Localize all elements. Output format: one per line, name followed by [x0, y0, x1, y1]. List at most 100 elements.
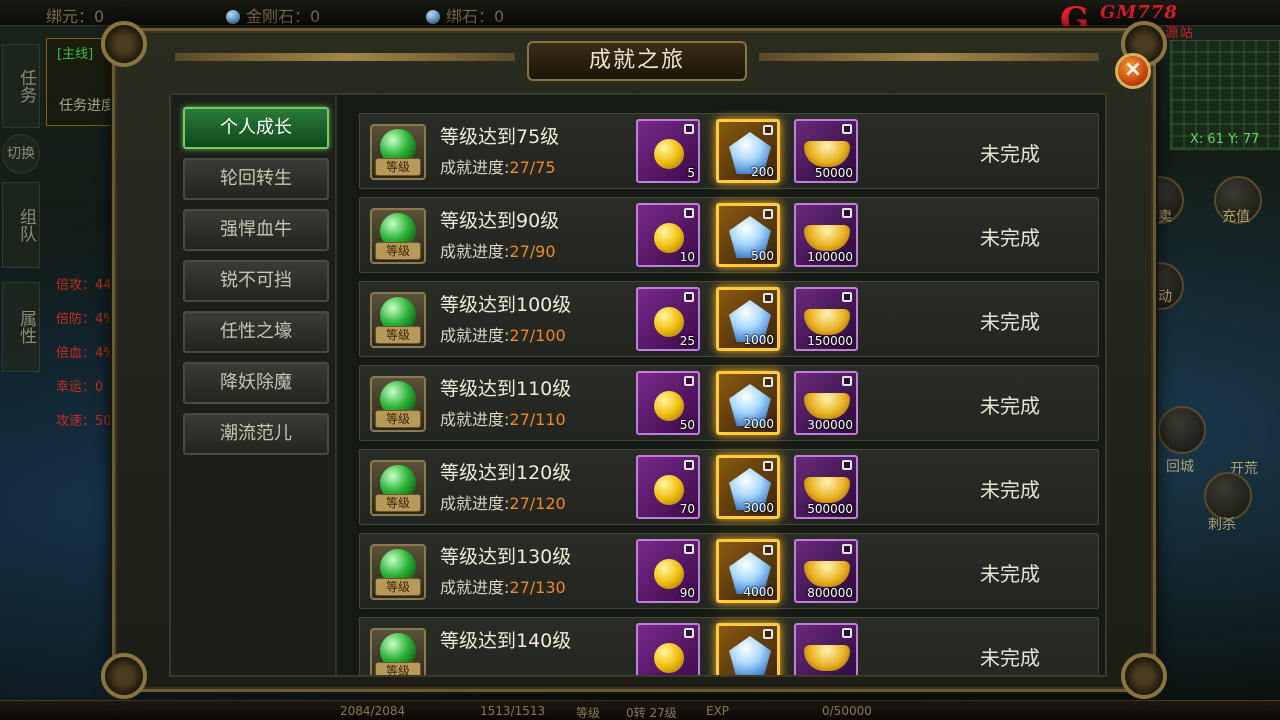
progress-value: 27/90: [509, 242, 556, 261]
reward-coin[interactable]: [636, 623, 700, 675]
tab-1[interactable]: 个人成长: [183, 107, 329, 149]
reward-qty: 300000: [807, 418, 853, 432]
achievement-list[interactable]: 等级 等级达到75级 成就进度:27/75 5 200 50000 未完成 等级 等级达到90级…: [357, 95, 1101, 675]
achievement-row[interactable]: 等级 等级达到130级 成就进度:27/130 90 4000 800000 未完成: [359, 533, 1099, 609]
gold-coin-icon: [654, 307, 684, 337]
reward-qty: 1000: [743, 333, 774, 347]
bottom-status-bar: 2084/2084 1513/1513 等级 0转 27级 EXP 0/5000…: [0, 700, 1280, 720]
reward-ingot[interactable]: 800000: [794, 539, 858, 603]
reward-gem[interactable]: 200: [716, 119, 780, 183]
status-text: 未完成: [980, 562, 1040, 586]
achievement-row[interactable]: 等级 等级达到75级 成就进度:27/75 5 200 50000 未完成: [359, 113, 1099, 189]
kill-button[interactable]: [1204, 472, 1252, 520]
reward-ingot[interactable]: 150000: [794, 287, 858, 351]
hp-value: 2084/2084: [340, 704, 406, 718]
reward-coin[interactable]: 10: [636, 203, 700, 267]
lock-icon: [842, 628, 852, 638]
tab-3[interactable]: 强悍血牛: [183, 209, 329, 251]
gold-coin-icon: [654, 391, 684, 421]
bind-stone-icon: [426, 10, 440, 24]
reward-qty: 50000: [814, 166, 853, 180]
achievement-row[interactable]: 等级 等级达到100级 成就进度:27/100 25 1000 150000 未完成: [359, 281, 1099, 357]
tab-7[interactable]: 潮流范儿: [183, 413, 329, 455]
level-badge-icon: 等级: [370, 628, 426, 675]
bind-yuan-label: 绑元：: [46, 7, 95, 26]
reward-gem[interactable]: 500: [716, 203, 780, 267]
reward-gem[interactable]: 3000: [716, 455, 780, 519]
attr-tab[interactable]: 属性: [2, 282, 40, 372]
lock-icon: [763, 293, 773, 303]
lock-icon: [763, 461, 773, 471]
reward-ingot[interactable]: [794, 623, 858, 675]
reward-ingot[interactable]: 50000: [794, 119, 858, 183]
gold-coin-icon: [654, 139, 684, 169]
badge-label: 等级: [375, 578, 421, 596]
lock-icon: [684, 208, 694, 218]
lock-icon: [842, 544, 852, 554]
window-title: 成就之旅: [527, 41, 747, 81]
team-tab[interactable]: 组队: [2, 182, 40, 268]
title-ornament-right: [759, 53, 1099, 61]
tab-5[interactable]: 任性之壕: [183, 311, 329, 353]
reward-qty: 90: [679, 586, 695, 600]
gold-ingot-icon: [804, 225, 850, 251]
logo-main: GM778: [1100, 2, 1178, 23]
lock-icon: [684, 376, 694, 386]
quest-progress: 任务进度: [59, 98, 115, 114]
ornament-corner: [101, 653, 147, 699]
gold-ingot-icon: [804, 645, 850, 671]
achievement-progress: 成就进度:27/90: [440, 238, 556, 262]
reward-qty: 2000: [743, 417, 774, 431]
lock-icon: [684, 460, 694, 470]
tab-6[interactable]: 降妖除魔: [183, 362, 329, 404]
level-value: 0转 27级: [626, 706, 677, 720]
gold-coin-icon: [654, 643, 684, 673]
reward-gem[interactable]: 1000: [716, 287, 780, 351]
reward-qty: 100000: [807, 250, 853, 264]
diamond-icon: [226, 10, 240, 24]
achievement-row[interactable]: 等级 等级达到140级 未完成: [359, 617, 1099, 675]
reward-qty: 25: [679, 334, 695, 348]
achievement-title: 等级达到120级: [440, 462, 572, 484]
achievement-window: 成就之旅 × 个人成长 轮回转生 强悍血牛 锐不可挡 任性之壕 降妖除魔 潮流范儿 等级 等级…: [101, 21, 1167, 699]
reward-gem[interactable]: [716, 623, 780, 675]
lock-icon: [763, 209, 773, 219]
progress-label: 成就进度:: [440, 578, 510, 597]
switch-button[interactable]: 切换: [2, 134, 40, 174]
reward-ingot[interactable]: 100000: [794, 203, 858, 267]
achievement-progress: 成就进度:27/100: [440, 322, 566, 346]
lock-icon: [763, 377, 773, 387]
reward-qty: 500000: [807, 502, 853, 516]
achievement-progress: 成就进度:27/130: [440, 574, 566, 598]
return-button[interactable]: [1158, 406, 1206, 454]
bind-yuan-value: 0: [94, 7, 105, 26]
reward-coin[interactable]: 90: [636, 539, 700, 603]
tab-2[interactable]: 轮回转生: [183, 158, 329, 200]
tab-4[interactable]: 锐不可挡: [183, 260, 329, 302]
return-label: 回城: [1166, 459, 1194, 475]
reward-coin[interactable]: 50: [636, 371, 700, 435]
achievement-row[interactable]: 等级 等级达到110级 成就进度:27/110 50 2000 300000 未完成: [359, 365, 1099, 441]
stat-luck: 幸运：0: [56, 380, 104, 395]
level-badge-icon: 等级: [370, 124, 426, 180]
badge-label: 等级: [375, 662, 421, 675]
level-badge-icon: 等级: [370, 376, 426, 432]
reward-coin[interactable]: 5: [636, 119, 700, 183]
reward-gem[interactable]: 2000: [716, 371, 780, 435]
reward-gem[interactable]: 4000: [716, 539, 780, 603]
bind-stone-currency: 绑石：0: [426, 3, 504, 27]
reward-ingot[interactable]: 500000: [794, 455, 858, 519]
achievement-progress: 成就进度:27/75: [440, 154, 556, 178]
badge-label: 等级: [375, 242, 421, 260]
task-tab[interactable]: 任务: [2, 44, 40, 128]
achievement-row[interactable]: 等级 等级达到90级 成就进度:27/90 10 500 100000 未完成: [359, 197, 1099, 273]
lock-icon: [763, 629, 773, 639]
reward-ingot[interactable]: 300000: [794, 371, 858, 435]
reward-coin[interactable]: 25: [636, 287, 700, 351]
progress-value: 27/75: [509, 158, 556, 177]
window-content: 个人成长 轮回转生 强悍血牛 锐不可挡 任性之壕 降妖除魔 潮流范儿 等级 等级达到75级 成就…: [169, 93, 1107, 677]
close-button[interactable]: ×: [1115, 53, 1151, 89]
achievement-row[interactable]: 等级 等级达到120级 成就进度:27/120 70 3000 500000 未完成: [359, 449, 1099, 525]
progress-label: 成就进度:: [440, 494, 510, 513]
reward-coin[interactable]: 70: [636, 455, 700, 519]
